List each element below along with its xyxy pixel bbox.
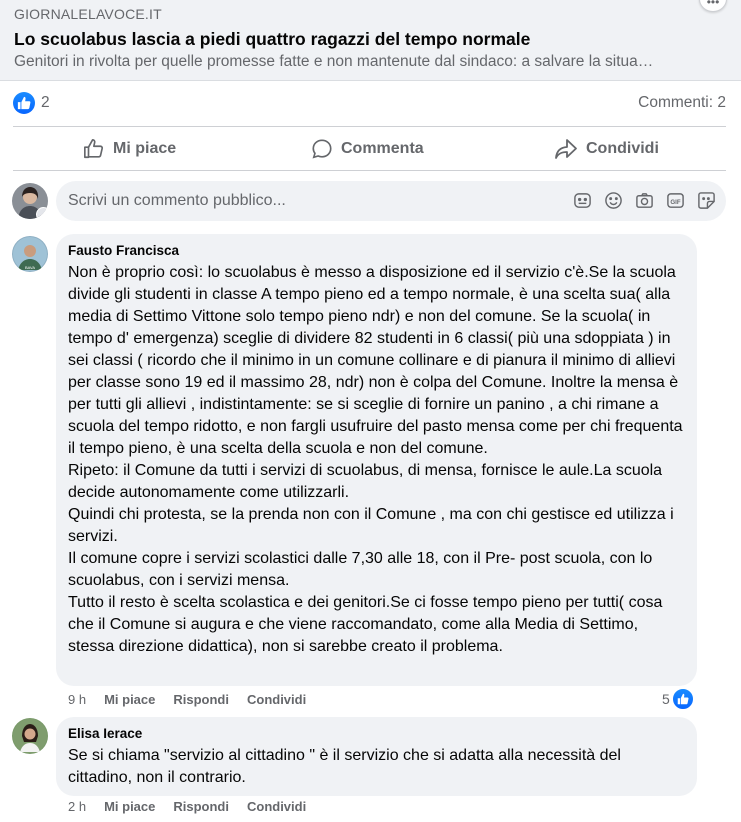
comment-meta: 9 h Mi piace Rispondi Condividi bbox=[68, 692, 324, 707]
comment-meta: 2 h Mi piace Rispondi Condividi bbox=[68, 799, 324, 814]
speech-bubble-icon bbox=[312, 139, 332, 159]
comment-text: Se si chiama "servizio al cittadino " è … bbox=[68, 745, 688, 789]
link-source: GIORNALELAVOCE.IT bbox=[14, 6, 162, 22]
comment-paragraph: Tutto il resto è scelta scolastica e dei… bbox=[68, 594, 663, 655]
svg-text:GIF: GIF bbox=[670, 199, 680, 206]
like-reaction-icon[interactable] bbox=[13, 92, 35, 114]
camera-icon[interactable] bbox=[635, 191, 654, 210]
action-bar: Mi piace Commenta Condividi bbox=[13, 128, 726, 170]
svg-text:BAVA: BAVA bbox=[25, 265, 35, 270]
divider bbox=[13, 170, 726, 171]
comment-like-button[interactable]: Mi piace bbox=[104, 799, 155, 814]
composer-tools: GIF bbox=[573, 191, 716, 210]
comment-share-button[interactable]: Condividi bbox=[247, 692, 306, 707]
comment-reply-button[interactable]: Rispondi bbox=[173, 799, 229, 814]
divider bbox=[13, 126, 726, 127]
comment-paragraph: Il comune copre i servizi scolastici dal… bbox=[68, 550, 653, 589]
comment-input-placeholder: Scrivi un commento pubblico... bbox=[68, 192, 286, 209]
thumbs-up-icon bbox=[84, 139, 104, 159]
link-title[interactable]: Lo scuolabus lascia a piedi quattro raga… bbox=[14, 29, 530, 50]
comment-bubble: Elisa Ierace Se si chiama "servizio al c… bbox=[56, 717, 697, 796]
comment-bubble: Fausto Francisca Non è proprio così: lo … bbox=[56, 234, 697, 686]
share-button-label: Condividi bbox=[586, 140, 659, 157]
chevron-down-icon[interactable]: ⌄ bbox=[36, 207, 48, 219]
link-preview[interactable]: GIORNALELAVOCE.IT Lo scuolabus lascia a … bbox=[0, 0, 741, 81]
commenter-avatar[interactable] bbox=[12, 718, 48, 754]
comment-text: Non è proprio così: lo scuolabus è messo… bbox=[68, 262, 688, 658]
like-count[interactable]: 2 bbox=[41, 94, 50, 112]
comment-paragraph: Se si chiama "servizio al cittadino " è … bbox=[68, 747, 621, 786]
comments-count[interactable]: Commenti: 2 bbox=[638, 94, 726, 112]
gif-icon[interactable]: GIF bbox=[666, 191, 685, 210]
reaction-stats: 2 Commenti: 2 bbox=[13, 92, 726, 114]
commenter-avatar[interactable]: BAVA bbox=[12, 236, 48, 272]
comment-like-button[interactable]: Mi piace bbox=[104, 692, 155, 707]
link-description: Genitori in rivolta per quelle promesse … bbox=[14, 53, 654, 70]
comment-timestamp[interactable]: 9 h bbox=[68, 692, 86, 707]
comment-reaction-count: 5 bbox=[662, 691, 670, 707]
smiley-icon[interactable] bbox=[604, 191, 623, 210]
share-arrow-icon bbox=[555, 139, 577, 159]
avatar-sticker-icon[interactable] bbox=[573, 191, 592, 210]
comment-input[interactable]: Scrivi un commento pubblico... GIF bbox=[56, 181, 726, 221]
comment-button[interactable]: Commenta bbox=[311, 128, 424, 170]
comment-author[interactable]: Elisa Ierace bbox=[68, 726, 142, 741]
comment-author[interactable]: Fausto Francisca bbox=[68, 243, 179, 258]
sticker-icon[interactable] bbox=[697, 191, 716, 210]
like-button-label: Mi piace bbox=[113, 140, 177, 157]
comment-reactions[interactable]: 5 bbox=[662, 688, 694, 710]
comment-paragraph: Quindi chi protesta, se la prenda non co… bbox=[68, 506, 674, 545]
comment-paragraph: Non è proprio così: lo scuolabus è messo… bbox=[68, 264, 683, 457]
comment-share-button[interactable]: Condividi bbox=[247, 799, 306, 814]
current-user-avatar[interactable]: ⌄ bbox=[12, 183, 48, 219]
share-button[interactable]: Condividi bbox=[554, 128, 659, 170]
comment-paragraph: Ripeto: il Comune da tutti i servizi di … bbox=[68, 462, 663, 501]
comment-button-label: Commenta bbox=[341, 140, 424, 157]
more-icon[interactable]: ••• bbox=[699, 0, 727, 12]
like-button[interactable]: Mi piace bbox=[83, 128, 176, 170]
comment-reply-button[interactable]: Rispondi bbox=[173, 692, 229, 707]
like-reaction-icon bbox=[671, 688, 694, 710]
comment-timestamp[interactable]: 2 h bbox=[68, 799, 86, 814]
